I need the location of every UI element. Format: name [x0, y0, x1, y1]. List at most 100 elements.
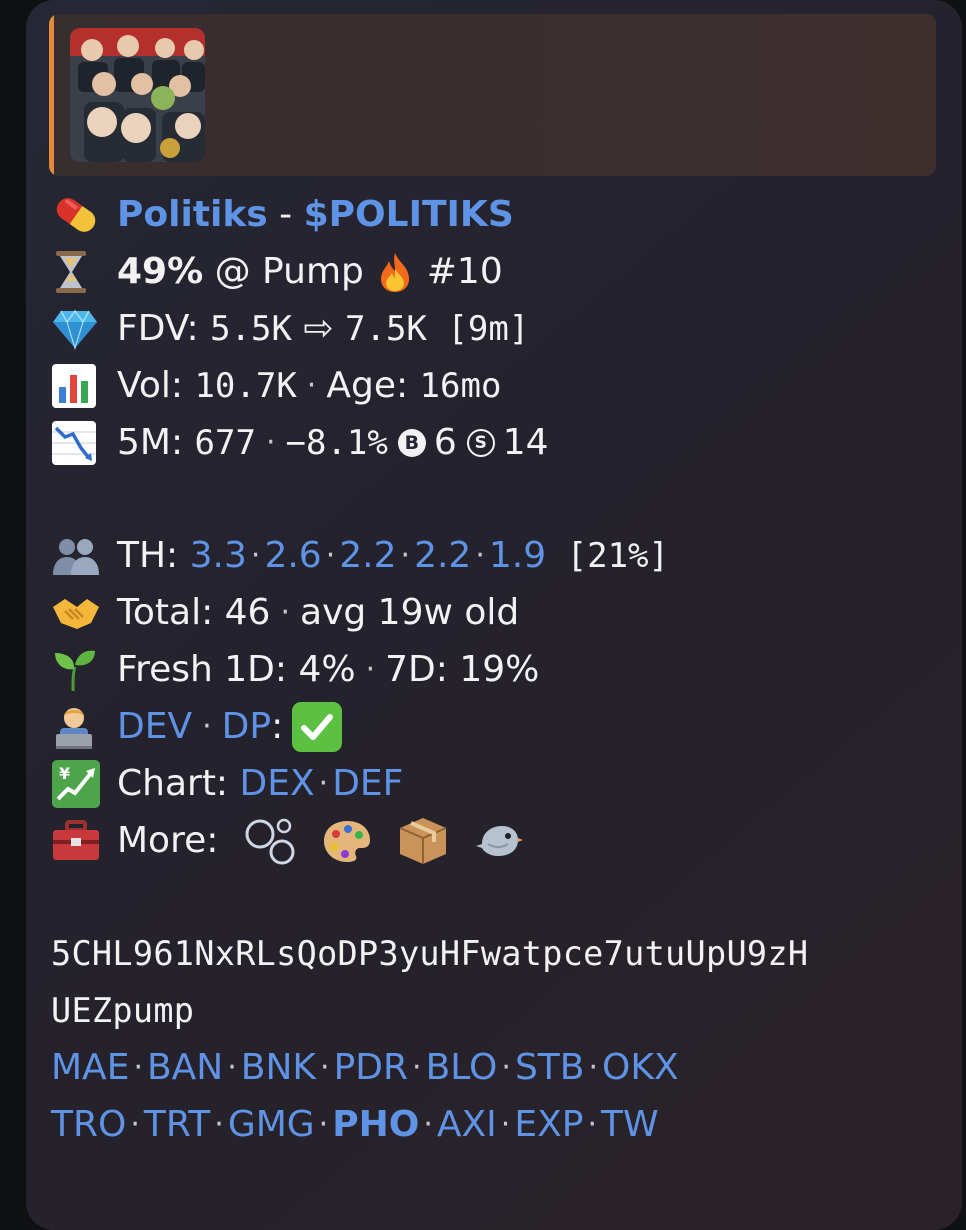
fresh-1d-label: Fresh 1D:: [117, 649, 299, 690]
separator-dot: ·: [202, 709, 212, 744]
separator-dot: ·: [365, 652, 376, 687]
bot-link-trt[interactable]: TRT: [144, 1104, 210, 1145]
people-icon: [51, 533, 107, 579]
bubbles-icon[interactable]: [244, 816, 296, 866]
separator-dot: ·: [265, 425, 276, 460]
reply-accent-bar: [49, 14, 54, 176]
dp-colon: :: [271, 706, 284, 747]
fresh-7d-label: 7D:: [385, 649, 460, 690]
token-name-link[interactable]: Politiks: [117, 194, 268, 235]
separator-dot: ·: [133, 1050, 143, 1085]
bot-link-tw[interactable]: TW: [601, 1104, 659, 1145]
dp-link[interactable]: DP: [222, 706, 271, 747]
message-bubble: Politiks - $POLITIKS 49% @ Pump #10 FDV:…: [26, 0, 962, 1230]
bird-icon[interactable]: [474, 818, 524, 864]
hourglass-icon: [51, 249, 107, 295]
token-title-row: Politiks - $POLITIKS: [51, 186, 941, 243]
age-label: Age:: [326, 365, 420, 406]
bot-links-row-1: MAE · BAN · BNK · PDR · BLO · STB · OKX: [51, 1039, 941, 1096]
bot-link-mae[interactable]: MAE: [51, 1047, 129, 1088]
progress-row: 49% @ Pump #10: [51, 243, 941, 300]
palette-icon[interactable]: [322, 818, 372, 864]
token-image-thumbnail[interactable]: [70, 28, 205, 162]
total-holders-row: Total: 46 · avg 19w old: [51, 584, 941, 641]
top-holders-label: TH:: [117, 535, 190, 576]
chart-links-row: ¥ Chart: DEX · DEF: [51, 755, 941, 812]
age-value: 16mo: [419, 365, 502, 406]
separator-dot: ·: [250, 538, 261, 573]
holder-2-link[interactable]: 2.6: [264, 535, 321, 576]
fdv-from: 5.5K: [210, 308, 292, 349]
pump-rank: #10: [415, 251, 503, 292]
fresh-1d-value: 4%: [298, 649, 356, 690]
more-row: More:: [51, 812, 941, 869]
separator-dot: ·: [214, 1107, 224, 1142]
handshake-icon: [51, 590, 107, 636]
top-holders-total: [21%]: [546, 535, 669, 576]
bot-link-okx[interactable]: OKX: [602, 1047, 679, 1088]
separator-dot: ·: [588, 1050, 599, 1085]
separator-dot: ·: [306, 368, 317, 403]
separator-dot: ·: [318, 766, 329, 801]
separator-dot: ·: [475, 538, 485, 573]
contract-address-line-1[interactable]: 5CHL961NxRLsQoDP3yuHFwatpce7utuUpU9zH: [51, 925, 941, 982]
def-link[interactable]: DEF: [332, 763, 403, 804]
volume-value: 10.7K: [194, 365, 297, 406]
chart-decreasing-icon: [51, 420, 107, 466]
five-minute-row: 5M: 677 · −8.1% B 6 S 14: [51, 414, 941, 471]
separator-dot: ·: [587, 1107, 598, 1142]
separator-dot: ·: [400, 538, 411, 573]
bot-links-row-2: TRO · TRT · GMG · PHO · AXI · EXP · TW: [51, 1096, 941, 1153]
reply-preview[interactable]: [49, 14, 936, 176]
chart-label: Chart:: [117, 763, 240, 804]
pill-icon: [51, 192, 107, 238]
token-separator: -: [267, 194, 304, 235]
technologist-icon: [51, 704, 107, 750]
separator-dot: ·: [227, 1050, 237, 1085]
package-icon[interactable]: [398, 816, 448, 866]
token-ticker-link[interactable]: $POLITIKS: [304, 194, 514, 235]
bonding-progress-percent: 49%: [117, 251, 204, 292]
contract-address-line-2[interactable]: UEZpump: [51, 982, 941, 1039]
contract-address[interactable]: 5CHL961NxRLsQoDP3yuHFwatpce7utuUpU9zH UE…: [51, 925, 941, 1039]
fdv-window: [9m]: [426, 308, 530, 349]
volume-label: Vol:: [117, 365, 195, 406]
holder-3-link[interactable]: 2.2: [339, 535, 396, 576]
bot-link-pdr[interactable]: PDR: [334, 1047, 408, 1088]
dev-row: DEV · DP : ✅: [51, 698, 941, 755]
separator-dot: ·: [320, 1050, 330, 1085]
bot-link-gmg[interactable]: GMG: [228, 1104, 315, 1145]
separator-dot: ·: [412, 1050, 422, 1085]
bot-link-bnk[interactable]: BNK: [241, 1047, 316, 1088]
bot-link-stb[interactable]: STB: [515, 1047, 585, 1088]
more-label: More:: [117, 820, 230, 861]
holder-5-link[interactable]: 1.9: [489, 535, 546, 576]
fdv-to: 7.5K: [345, 308, 427, 349]
bot-link-blo[interactable]: BLO: [426, 1047, 498, 1088]
separator-dot: ·: [423, 1107, 433, 1142]
bot-link-exp[interactable]: EXP: [514, 1104, 583, 1145]
chart-yen-icon: ¥: [51, 759, 107, 808]
bot-link-pho[interactable]: PHO: [332, 1104, 419, 1145]
more-icons: [244, 816, 550, 866]
volume-row: Vol: 10.7K · Age: 16mo: [51, 357, 941, 414]
fresh-wallets-row: Fresh 1D: 4% · 7D: 19%: [51, 641, 941, 698]
total-holders-value: 46: [224, 592, 271, 633]
fdv-arrow: ⇨: [291, 308, 346, 349]
bot-link-tro[interactable]: TRO: [51, 1104, 126, 1145]
dev-link[interactable]: DEV: [117, 706, 192, 747]
separator-dot: ·: [325, 538, 336, 573]
holder-1-link[interactable]: 3.3: [190, 535, 247, 576]
seedling-icon: [51, 647, 107, 693]
dex-link[interactable]: DEX: [240, 763, 315, 804]
holder-4-link[interactable]: 2.2: [414, 535, 471, 576]
separator-dot: ·: [501, 1050, 511, 1085]
bot-link-ban[interactable]: BAN: [147, 1047, 223, 1088]
gem-icon: [51, 306, 107, 352]
toolbox-icon: [51, 818, 107, 864]
top-holders-row: TH: 3.3 · 2.6 · 2.2 · 2.2 · 1.9 [21%]: [51, 527, 941, 584]
five-minute-label: 5M:: [117, 422, 195, 463]
bot-link-axi[interactable]: AXI: [437, 1104, 497, 1145]
